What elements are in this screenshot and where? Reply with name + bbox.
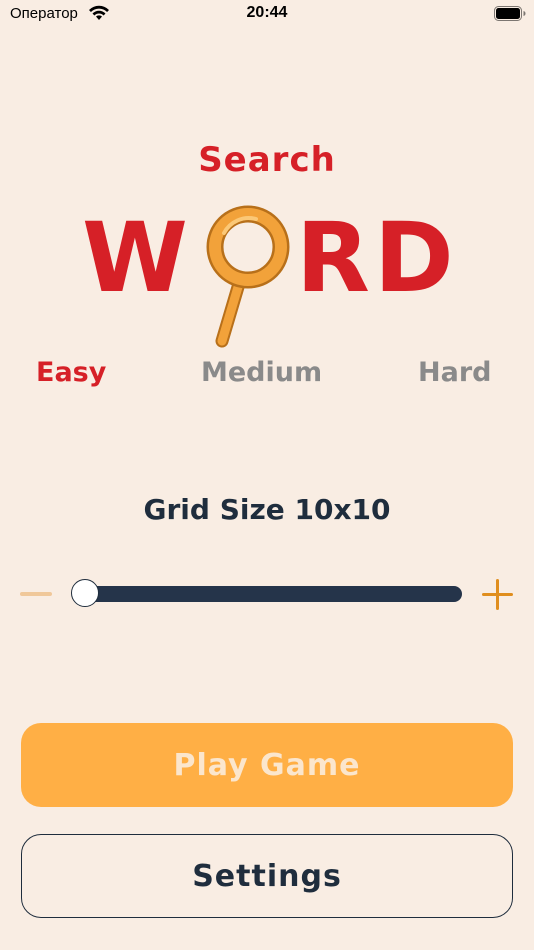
- play-game-button[interactable]: Play Game: [21, 723, 513, 807]
- magnifier-icon: [206, 205, 290, 348]
- grid-size-slider-thumb[interactable]: [71, 579, 99, 607]
- difficulty-easy-option[interactable]: Easy: [36, 357, 106, 388]
- difficulty-medium-option[interactable]: Medium: [201, 357, 322, 388]
- increase-grid-button[interactable]: [482, 579, 513, 610]
- status-bar: Оператор 20:44: [0, 0, 534, 28]
- logo-letter-d: D: [374, 202, 454, 314]
- logo-word: W R D: [78, 205, 458, 365]
- settings-button[interactable]: Settings: [21, 834, 513, 918]
- logo-letter-r: R: [296, 202, 370, 314]
- minus-icon: [20, 592, 52, 596]
- difficulty-hard-option[interactable]: Hard: [418, 357, 491, 388]
- grid-size-label: Grid Size 10x10: [143, 493, 391, 526]
- logo-search-text: Search: [198, 140, 336, 180]
- grid-size-slider[interactable]: [84, 586, 462, 602]
- clock: 20:44: [246, 4, 288, 21]
- logo-letter-w: W: [82, 202, 188, 314]
- decrease-grid-button[interactable]: [20, 584, 52, 604]
- battery-icon: [494, 6, 526, 21]
